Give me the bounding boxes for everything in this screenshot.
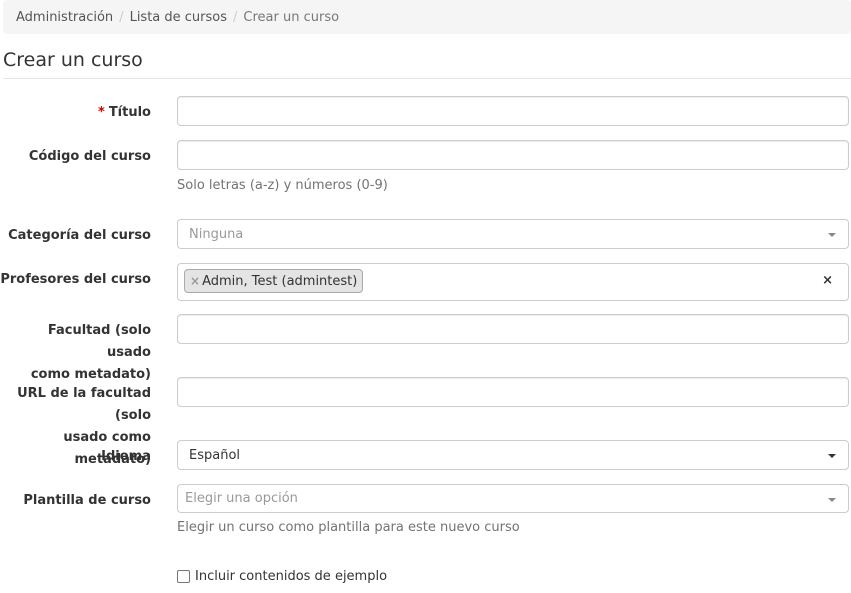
ejemplo-checkbox-row[interactable]: Incluir contenidos de ejemplo [177,569,387,584]
breadcrumb-current: Crear un curso [243,9,340,25]
tag-remove-icon[interactable]: × [190,274,200,288]
breadcrumb: Administración / Lista de cursos / Crear… [3,0,851,34]
codigo-help: Solo letras (a-z) y números (0-9) [177,178,388,193]
plantilla-value: Elegir una opción [185,491,298,506]
profesores-multiselect[interactable]: × Admin, Test (admintest) × [177,263,849,301]
breadcrumb-separator: / [233,9,238,25]
categoria-label: Categoría del curso [8,228,151,243]
titulo-label-text: Título [108,105,151,120]
idioma-label: Idioma [101,449,151,464]
titulo-input[interactable] [177,96,849,126]
chevron-down-icon [828,454,836,458]
codigo-input[interactable] [177,140,849,170]
plantilla-label: Plantilla de curso [23,493,151,508]
chevron-down-icon [828,498,836,502]
url-facultad-input[interactable] [177,377,849,407]
url-facultad-label-line1: URL de la facultad (solo [17,386,151,423]
profesores-label: Profesores del curso [0,272,151,287]
facultad-label-line1: Facultad (solo usado [47,323,151,360]
breadcrumb-separator: / [119,9,124,25]
teacher-tag: × Admin, Test (admintest) [184,269,364,293]
facultad-label: Facultad (solo usado como metadato) [0,320,151,386]
breadcrumb-administracion[interactable]: Administración [16,10,113,25]
teacher-tag-label: Admin, Test (admintest) [202,273,358,289]
idioma-value: Español [189,447,241,463]
titulo-label: * Título [0,102,151,124]
idioma-select[interactable]: Español [177,440,849,470]
ejemplo-label[interactable]: Incluir contenidos de ejemplo [195,569,387,584]
breadcrumb-lista-cursos[interactable]: Lista de cursos [130,10,227,25]
plantilla-help: Elegir un curso como plantilla para este… [177,520,520,535]
codigo-label: Código del curso [28,149,151,164]
plantilla-select[interactable]: Elegir una opción [177,484,849,513]
categoria-value: Ninguna [189,226,244,242]
page-title: Crear un curso [3,48,851,79]
chevron-down-icon [828,233,836,237]
ejemplo-checkbox[interactable] [177,570,190,583]
clear-all-icon[interactable]: × [822,273,833,288]
facultad-input[interactable] [177,314,849,344]
categoria-select[interactable]: Ninguna [177,219,849,249]
required-mark: * [98,105,105,120]
